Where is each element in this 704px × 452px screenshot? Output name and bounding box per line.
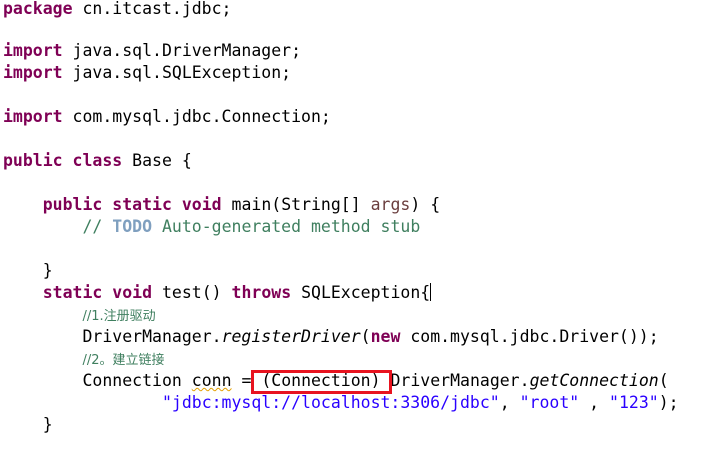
todo-tag: TODO xyxy=(112,217,153,236)
keyword: static xyxy=(42,283,103,302)
keyword: class xyxy=(72,151,123,170)
punctuation: , xyxy=(499,393,520,412)
method-signature: test() xyxy=(152,283,232,302)
code-line-connection-args: "jdbc:mysql://localhost:3306/jdbc", "roo… xyxy=(3,392,679,414)
constructor-call: com.mysql.jdbc.Driver()); xyxy=(400,327,659,346)
close-brace: } xyxy=(42,415,53,434)
variable-name: conn xyxy=(191,371,232,390)
keyword: import xyxy=(3,107,63,126)
string-literal: "jdbc:mysql://localhost:3306/jdbc" xyxy=(161,393,500,412)
code-line-main-signature: public static void main(String[] args) { xyxy=(3,194,440,216)
type-name: Connection xyxy=(82,371,192,390)
string-literal: "123" xyxy=(609,393,659,412)
comment-text: Auto-generated method stub xyxy=(152,217,421,236)
code-line-class-declaration: public class Base { xyxy=(3,150,192,172)
code-line-comment-register: //1.注册驱动 xyxy=(3,304,156,326)
text-cursor xyxy=(430,283,432,301)
punctuation: ( xyxy=(360,327,371,346)
class-name: Base { xyxy=(122,151,192,170)
keyword: void xyxy=(112,283,153,302)
comment-text: //1.注册驱动 xyxy=(82,309,156,324)
code-line-todo-comment: // TODO Auto-generated method stub xyxy=(3,216,420,238)
keyword: throws xyxy=(231,283,292,302)
punctuation: ( xyxy=(658,371,669,390)
method-call: registerDriver xyxy=(221,327,361,346)
code-line-import-sqlexception: import java.sql.SQLException; xyxy=(3,62,291,84)
package-name: cn.itcast.jdbc; xyxy=(72,0,232,18)
comment-prefix: // xyxy=(82,217,113,236)
code-line-comment-connect: //2。建立链接 xyxy=(3,348,165,370)
import-path: com.mysql.jdbc.Connection; xyxy=(62,107,331,126)
code-line-test-close: } xyxy=(3,414,53,436)
code-line-register-driver: DriverManager.registerDriver(new com.mys… xyxy=(3,326,659,348)
comment-text: //2。建立链接 xyxy=(82,353,165,368)
code-line-import-connection: import com.mysql.jdbc.Connection; xyxy=(3,106,331,128)
keyword: import xyxy=(3,63,63,82)
code-line-package: package cn.itcast.jdbc; xyxy=(3,0,232,20)
punctuation: ) { xyxy=(410,195,441,214)
method-call: getConnection xyxy=(529,371,659,390)
parameter: args xyxy=(370,195,411,214)
close-brace: } xyxy=(42,261,53,280)
code-editor[interactable]: package cn.itcast.jdbc; import java.sql.… xyxy=(0,0,704,452)
keyword: public xyxy=(42,195,103,214)
exception-type: SQLException{ xyxy=(291,283,431,302)
import-path: java.sql.DriverManager; xyxy=(62,41,302,60)
punctuation: ); xyxy=(658,393,679,412)
code-line-main-close: } xyxy=(3,260,53,282)
code-line-import-drivermanager: import java.sql.DriverManager; xyxy=(3,40,301,62)
import-path: java.sql.SQLException; xyxy=(62,63,292,82)
highlight-box xyxy=(251,370,392,394)
keyword: void xyxy=(181,195,222,214)
class-reference: DriverManager. xyxy=(82,327,222,346)
keyword: package xyxy=(3,0,73,18)
punctuation: , xyxy=(579,393,610,412)
keyword: static xyxy=(112,195,172,214)
class-reference: DriverManager. xyxy=(380,371,530,390)
keyword: import xyxy=(3,41,63,60)
code-line-test-signature: static void test() throws SQLException{ xyxy=(3,282,432,304)
keyword: new xyxy=(370,327,401,346)
keyword: public xyxy=(3,151,63,170)
method-signature: main(String[] xyxy=(221,195,371,214)
string-literal: "root" xyxy=(519,393,580,412)
